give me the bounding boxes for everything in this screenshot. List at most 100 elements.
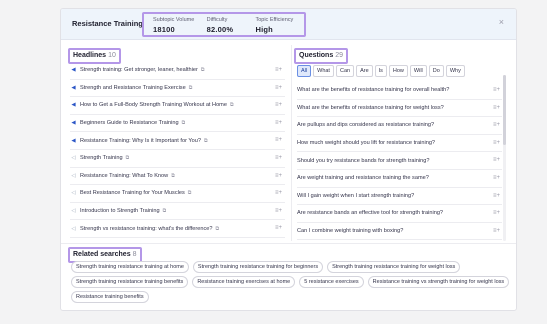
metric-label: Difficulty: [206, 17, 228, 23]
external-link-icon[interactable]: ⧉: [171, 173, 175, 179]
megaphone-icon: ◁: [71, 172, 76, 179]
filter-chip-can[interactable]: Can: [335, 65, 355, 77]
headline-item[interactable]: ◁ Best Resistance Training for Your Muscl…: [70, 185, 285, 203]
add-to-list-icon[interactable]: ≡+: [493, 210, 500, 216]
headline-text[interactable]: Introduction to Strength Training: [80, 208, 160, 214]
close-icon[interactable]: ×: [499, 17, 504, 27]
add-to-list-icon[interactable]: ≡+: [493, 105, 500, 111]
question-item[interactable]: Will I gain weight when I start strength…: [297, 188, 502, 206]
headlines-list: ◀ Strength training: Get stronger, leaner…: [70, 62, 285, 238]
add-to-list-icon[interactable]: ≡+: [275, 190, 282, 196]
question-item[interactable]: Are pullups and dips considered as resis…: [297, 117, 502, 135]
headline-text[interactable]: How to Get a Full-Body Strength Training…: [80, 102, 227, 108]
question-item[interactable]: What are the benefits of resistance trai…: [297, 100, 502, 118]
related-search-chip[interactable]: 5 resistance exercises: [299, 276, 364, 288]
headline-text[interactable]: Strength and Resistance Training Exercis…: [80, 85, 186, 91]
question-text[interactable]: Will I gain weight when I start strength…: [297, 193, 414, 199]
external-link-icon[interactable]: ⧉: [204, 138, 208, 144]
question-item[interactable]: Can I combine weight training with boxin…: [297, 223, 502, 241]
headline-item[interactable]: ◀ Strength training: Get stronger, leaner…: [70, 62, 285, 80]
headlines-title-label: Headlines: [73, 52, 107, 59]
question-text[interactable]: What are the benefits of resistance trai…: [297, 105, 444, 111]
headline-item[interactable]: ◀ Beginners Guide to Resistance Training ⧉…: [70, 115, 285, 133]
add-to-list-icon[interactable]: ≡+: [493, 175, 500, 181]
megaphone-icon: ◀: [71, 67, 76, 74]
external-link-icon[interactable]: ⧉: [126, 155, 130, 161]
add-to-list-icon[interactable]: ≡+: [275, 155, 282, 161]
filter-chip-are[interactable]: Are: [356, 65, 373, 77]
scrollbar-thumb[interactable]: [503, 75, 506, 145]
add-to-list-icon[interactable]: ≡+: [275, 173, 282, 179]
external-link-icon[interactable]: ⧉: [216, 226, 220, 232]
related-search-chip[interactable]: Resistance training vs strength training…: [367, 276, 510, 288]
filter-chip-will[interactable]: Will: [409, 65, 427, 77]
add-to-list-icon[interactable]: ≡+: [493, 193, 500, 199]
headline-item[interactable]: ◁ Strength Training ⧉ ≡+: [70, 150, 285, 168]
question-text[interactable]: What are the benefits of resistance trai…: [297, 87, 449, 93]
related-search-chip[interactable]: Strength training resistance training fo…: [327, 261, 461, 273]
add-to-list-icon[interactable]: ≡+: [275, 67, 282, 73]
headline-item[interactable]: ◀ How to Get a Full-Body Strength Trainin…: [70, 97, 285, 115]
external-link-icon[interactable]: ⧉: [182, 120, 186, 126]
add-to-list-icon[interactable]: ≡+: [275, 225, 282, 231]
headline-item[interactable]: ◀ Resistance Training: Why Is it Importan…: [70, 132, 285, 150]
related-search-chip[interactable]: Strength training resistance training be…: [71, 276, 189, 288]
filter-chip-do[interactable]: Do: [428, 65, 444, 77]
question-item[interactable]: What are the benefits of resistance trai…: [297, 82, 502, 100]
external-link-icon[interactable]: ⧉: [201, 67, 205, 73]
filter-chip-is[interactable]: Is: [374, 65, 387, 77]
add-to-list-icon[interactable]: ≡+: [275, 120, 282, 126]
related-search-chip[interactable]: Strength training resistance training at…: [71, 261, 189, 273]
questions-scrollbar[interactable]: [503, 75, 506, 241]
headline-text[interactable]: Best Resistance Training for Your Muscle…: [80, 190, 185, 196]
headline-item[interactable]: ◁ Introduction to Strength Training ⧉ ≡+: [70, 203, 285, 221]
headline-item[interactable]: ◁ Strength vs resistance training: what's…: [70, 220, 285, 238]
headlines-count: 10: [108, 52, 116, 59]
headline-text[interactable]: Resistance Training: Why Is it Important…: [80, 138, 201, 144]
question-text[interactable]: Can I combine weight training with boxin…: [297, 228, 403, 234]
metric-value: 18100: [153, 25, 175, 34]
add-to-list-icon[interactable]: ≡+: [275, 85, 282, 91]
headline-item[interactable]: ◀ Strength and Resistance Training Exerci…: [70, 80, 285, 98]
filter-chip-all[interactable]: All: [297, 65, 312, 77]
external-link-icon[interactable]: ⧉: [230, 102, 234, 108]
topic-detail-panel: Resistance Training Subtopic Volume 1810…: [60, 8, 517, 311]
related-search-chip[interactable]: Resistance training exercises at home: [192, 276, 296, 288]
related-search-chip[interactable]: Resistance training benefits: [71, 291, 149, 303]
question-item[interactable]: Are resistance bands an effective tool f…: [297, 205, 502, 223]
external-link-icon[interactable]: ⧉: [189, 85, 193, 91]
question-text[interactable]: How much weight should you lift for resi…: [297, 140, 435, 146]
add-to-list-icon[interactable]: ≡+: [275, 208, 282, 214]
headline-text[interactable]: Strength vs resistance training: what's …: [80, 226, 213, 232]
question-item[interactable]: How much weight should you lift for resi…: [297, 135, 502, 153]
headline-text[interactable]: Strength training: Get stronger, leaner,…: [80, 67, 198, 73]
question-text[interactable]: Are resistance bands an effective tool f…: [297, 210, 443, 216]
metric-label: Subtopic Volume: [153, 17, 195, 23]
question-text[interactable]: Are pullups and dips considered as resis…: [297, 122, 434, 128]
question-item[interactable]: Are weight training and resistance train…: [297, 170, 502, 188]
add-to-list-icon[interactable]: ≡+: [275, 137, 282, 143]
metric-difficulty: Difficulty 82.00%: [198, 14, 247, 35]
filter-chip-how[interactable]: How: [388, 65, 408, 77]
add-to-list-icon[interactable]: ≡+: [275, 102, 282, 108]
related-search-chip[interactable]: Strength training resistance training fo…: [192, 261, 324, 273]
external-link-icon[interactable]: ⧉: [163, 208, 167, 214]
metric-subtopic-volume: Subtopic Volume 18100: [144, 14, 198, 35]
question-text[interactable]: Are weight training and resistance train…: [297, 175, 429, 181]
question-item[interactable]: Should you try resistance bands for stre…: [297, 152, 502, 170]
add-to-list-icon[interactable]: ≡+: [493, 122, 500, 128]
questions-count: 29: [335, 52, 344, 59]
headline-text[interactable]: Beginners Guide to Resistance Training: [80, 120, 179, 126]
filter-chip-why[interactable]: Why: [445, 65, 465, 77]
headline-text[interactable]: Strength Training: [80, 155, 123, 161]
external-link-icon[interactable]: ⧉: [188, 190, 192, 196]
add-to-list-icon[interactable]: ≡+: [493, 157, 500, 163]
headline-item[interactable]: ◁ Resistance Training: What To Know ⧉ ≡+: [70, 168, 285, 186]
add-to-list-icon[interactable]: ≡+: [493, 228, 500, 234]
add-to-list-icon[interactable]: ≡+: [493, 87, 500, 93]
question-text[interactable]: Should you try resistance bands for stre…: [297, 158, 429, 164]
panel-header: Resistance Training Subtopic Volume 1810…: [61, 9, 516, 40]
add-to-list-icon[interactable]: ≡+: [493, 140, 500, 146]
headline-text[interactable]: Resistance Training: What To Know: [80, 173, 168, 179]
filter-chip-what[interactable]: What: [313, 65, 334, 77]
